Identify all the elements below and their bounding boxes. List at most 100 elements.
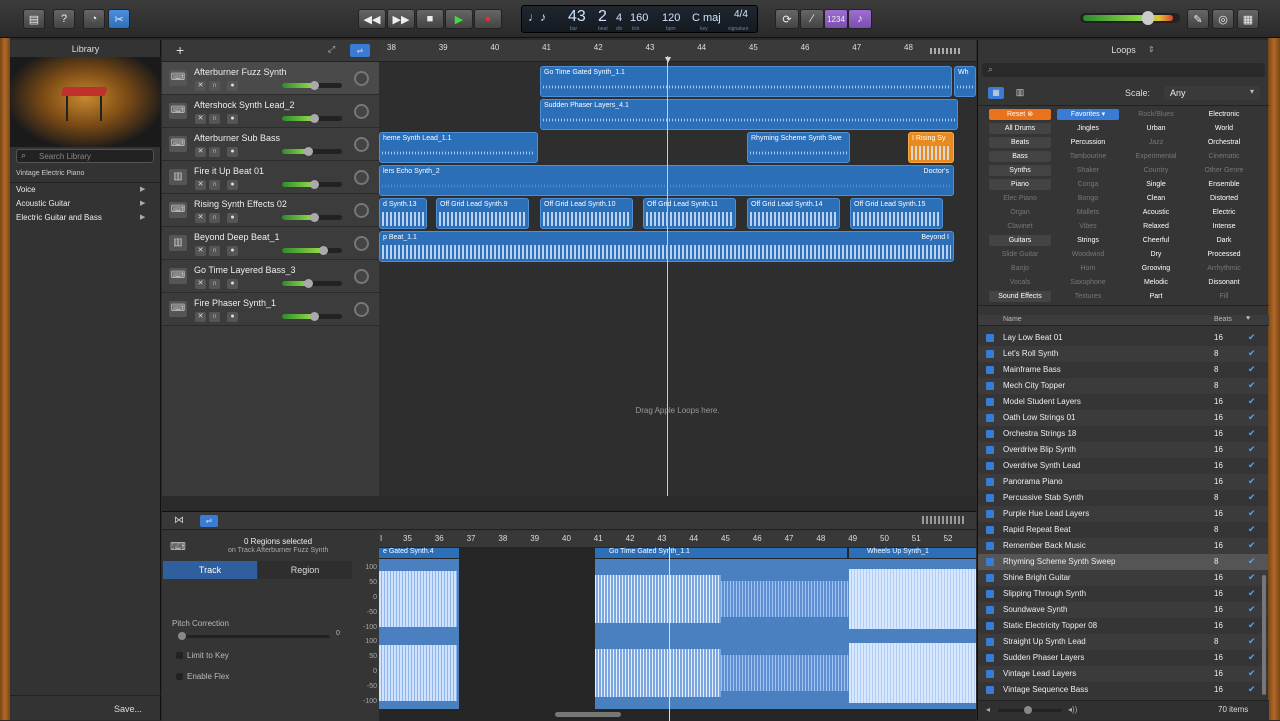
checkmark-icon[interactable]: ✔	[1248, 509, 1257, 518]
keyword-button[interactable]: Experimental	[1125, 151, 1187, 162]
smart-controls-icon[interactable]: ◔	[83, 9, 105, 29]
filter-icon[interactable]: ⇌	[200, 515, 218, 527]
keyword-button[interactable]: Electronic	[1193, 109, 1255, 120]
tab-region[interactable]: Region	[258, 561, 352, 579]
loop-list-item[interactable]: Static Electricity Topper 08 16 ✔	[978, 618, 1268, 634]
column-name[interactable]: Name	[1003, 316, 1022, 323]
keyword-button[interactable]: All Drums	[989, 123, 1051, 134]
loop-list-item[interactable]: Sudden Phaser Layers 16 ✔	[978, 650, 1268, 666]
loop-list-item[interactable]: Remember Back Music 16 ✔	[978, 538, 1268, 554]
keyword-button[interactable]: Jazz	[1125, 137, 1187, 148]
keyword-button[interactable]: Horn	[1057, 263, 1119, 274]
region-off-grid-lead-9[interactable]: Off Grid Lead Synth.9	[436, 198, 529, 229]
keyword-button[interactable]: Acoustic	[1125, 207, 1187, 218]
record-enable-icon[interactable]: ●	[227, 81, 238, 91]
region-sudden-phaser-layers[interactable]: Sudden Phaser Layers_4.1	[540, 99, 958, 130]
editor-region-label-b[interactable]: Go Time Gated Synth_1.1	[595, 548, 847, 558]
mute-icon[interactable]: ✕	[195, 147, 206, 157]
checkmark-icon[interactable]: ✔	[1248, 333, 1257, 342]
keyword-button[interactable]: Dark	[1193, 235, 1255, 246]
library-item-acoustic-guitar[interactable]: Acoustic Guitar	[16, 199, 70, 208]
keyword-button[interactable]: Single	[1125, 179, 1187, 190]
region-off-grid-lead-11[interactable]: Off Grid Lead Synth.11	[643, 198, 736, 229]
loop-list-item[interactable]: Model Student Layers 16 ✔	[978, 394, 1268, 410]
keyword-button[interactable]: Woodwind	[1057, 249, 1119, 260]
region-go-time-gated-synth[interactable]: Go Time Gated Synth_1.1	[540, 66, 952, 97]
record-enable-icon[interactable]: ●	[227, 180, 238, 190]
library-search-input[interactable]: ⌕ Search Library	[16, 149, 154, 163]
reset-button[interactable]: Reset ⊗	[989, 109, 1051, 120]
count-in-button[interactable]: 1234	[824, 9, 848, 29]
editor-zoom-slider[interactable]	[922, 516, 966, 524]
checkmark-icon[interactable]: ✔	[1248, 637, 1257, 646]
keyword-button[interactable]: Mallets	[1057, 207, 1119, 218]
checkmark-icon[interactable]: ✔	[1248, 621, 1257, 630]
button-view-icon[interactable]: ▦	[988, 87, 1004, 99]
loop-list-item[interactable]: Oath Low Strings 01 16 ✔	[978, 410, 1268, 426]
keyword-button[interactable]: Slide Guitar	[989, 249, 1051, 260]
rewind-button[interactable]: ◀◀	[358, 9, 386, 29]
checkmark-icon[interactable]: ✔	[1248, 493, 1257, 502]
keyword-button[interactable]: Banjo	[989, 263, 1051, 274]
keyword-button[interactable]: Saxophone	[1057, 277, 1119, 288]
editor-region-label-c[interactable]: Wheels Up Synth_1	[849, 548, 976, 558]
mute-icon[interactable]: ✕	[195, 180, 206, 190]
track-pan-knob[interactable]	[354, 302, 369, 317]
keyword-button[interactable]: Urban	[1125, 123, 1187, 134]
loop-list-item[interactable]: Lay Low Beat 01 16 ✔	[978, 330, 1268, 346]
track-pan-knob[interactable]	[354, 71, 369, 86]
region-off-grid-lead-10[interactable]: Off Grid Lead Synth.10	[540, 198, 633, 229]
loop-list-item[interactable]: Overdrive Blip Synth 16 ✔	[978, 442, 1268, 458]
checkmark-icon[interactable]: ✔	[1248, 397, 1257, 406]
checkmark-icon[interactable]: ✔	[1248, 349, 1257, 358]
keyword-button[interactable]: Cinematic	[1193, 151, 1255, 162]
keyword-button[interactable]: Clean	[1125, 193, 1187, 204]
enable-flex-checkbox[interactable]	[176, 673, 183, 680]
keyword-button[interactable]: Grooving	[1125, 263, 1187, 274]
keyword-button[interactable]: Shaker	[1057, 165, 1119, 176]
save-button[interactable]: Save...	[114, 704, 142, 714]
keyword-button[interactable]: Intense	[1193, 221, 1255, 232]
keyword-button[interactable]: Guitars	[989, 235, 1051, 246]
checkmark-icon[interactable]: ✔	[1248, 669, 1257, 678]
library-item-voice[interactable]: Voice	[16, 185, 36, 194]
play-button[interactable]: ▶	[445, 9, 473, 29]
keyword-button[interactable]: Beats	[989, 137, 1051, 148]
checkmark-icon[interactable]: ✔	[1248, 589, 1257, 598]
ruler[interactable]: 38 39 40 41 42 43 44 45 46 47 48	[379, 40, 976, 62]
keyword-button[interactable]: Other Genre	[1193, 165, 1255, 176]
checkmark-icon[interactable]: ✔	[1248, 557, 1257, 566]
loop-list-item[interactable]: Rhyming Scheme Synth Sweep 8 ✔	[978, 554, 1268, 570]
track-volume-slider[interactable]	[282, 180, 342, 189]
record-enable-icon[interactable]: ●	[227, 114, 238, 124]
notepad-icon[interactable]: ✎	[1187, 9, 1209, 29]
mute-icon[interactable]: ✕	[195, 312, 206, 322]
checkmark-icon[interactable]: ✔	[1248, 541, 1257, 550]
help-icon[interactable]: ?	[53, 9, 75, 29]
loop-list-item[interactable]: Vintage Sequence Bass 16 ✔	[978, 682, 1268, 698]
media-browser-icon[interactable]: ▦	[1237, 9, 1259, 29]
lcd-display[interactable]: ♩♪ 43 2 4 160 120 C maj 4/4 bar beat div…	[521, 5, 758, 33]
region-off-grid-lead-15[interactable]: Off Grid Lead Synth.15	[850, 198, 943, 229]
filter-icon[interactable]: ⇌	[350, 44, 370, 57]
editor-ruler[interactable]: I 35 36 37 38 39 40 41 42 43 44 45 46 47 48 49 50 51 52	[379, 531, 976, 547]
keyword-button[interactable]: Piano	[989, 179, 1051, 190]
region-scheme-synth-lead[interactable]: heme Synth Lead_1.1	[379, 132, 538, 163]
headphones-icon[interactable]: ∩	[209, 246, 220, 256]
keyword-button[interactable]: Relaxed	[1125, 221, 1187, 232]
headphones-icon[interactable]: ∩	[209, 213, 220, 223]
record-enable-icon[interactable]: ●	[227, 279, 238, 289]
track-pan-knob[interactable]	[354, 269, 369, 284]
fast-forward-button[interactable]: ▶▶	[387, 9, 415, 29]
loop-browser-icon[interactable]: ◎	[1212, 9, 1234, 29]
metronome-button[interactable]: ♪	[848, 9, 872, 29]
headphones-icon[interactable]: ∩	[209, 279, 220, 289]
track-volume-slider[interactable]	[282, 114, 342, 123]
keyword-button[interactable]: Orchestral	[1193, 137, 1255, 148]
track-pan-knob[interactable]	[354, 104, 369, 119]
keyword-button[interactable]: Vibes	[1057, 221, 1119, 232]
stop-button[interactable]: ■	[416, 9, 444, 29]
catch-icon[interactable]: ⤢	[328, 44, 335, 55]
region-lead-synth-13[interactable]: d Synth.13	[379, 198, 427, 229]
loop-list-item[interactable]: Vintage Lead Layers 16 ✔	[978, 666, 1268, 682]
